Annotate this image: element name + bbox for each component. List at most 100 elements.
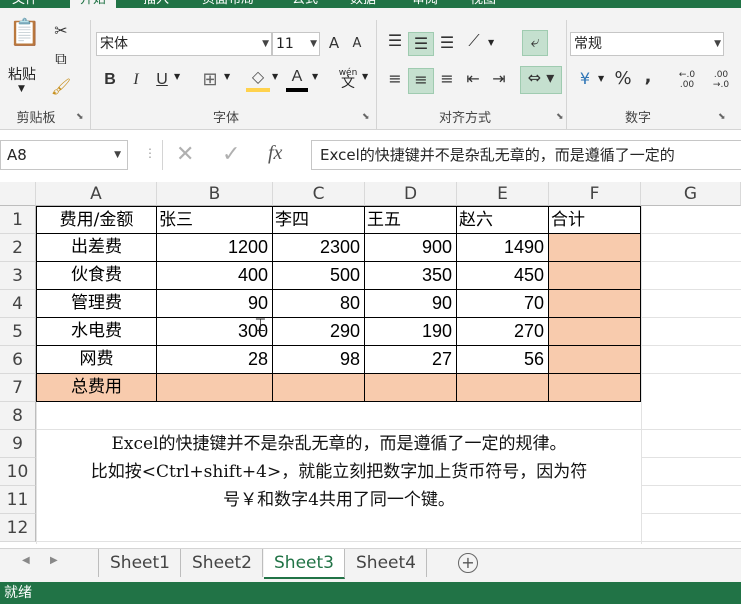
- align-bottom-icon[interactable]: ☰: [436, 32, 458, 54]
- phonetic-icon[interactable]: wén 文: [336, 66, 360, 90]
- percent-style-button[interactable]: %: [612, 68, 634, 90]
- table-cell[interactable]: [549, 234, 641, 262]
- clipboard-launcher-icon[interactable]: ⬊: [76, 112, 84, 122]
- table-cell[interactable]: 90: [365, 290, 457, 318]
- column-header-g[interactable]: G: [641, 182, 741, 206]
- tab-formulas[interactable]: 公式: [292, 0, 318, 8]
- chevron-down-icon[interactable]: ▼: [174, 72, 180, 81]
- table-cell[interactable]: [549, 262, 641, 290]
- row-header[interactable]: 8: [0, 402, 36, 430]
- alignment-launcher-icon[interactable]: ⬊: [556, 112, 564, 122]
- currency-format-icon[interactable]: ¥: [574, 68, 596, 90]
- italic-button[interactable]: I: [126, 69, 146, 91]
- table-cell[interactable]: [157, 374, 273, 402]
- row-header[interactable]: 12: [0, 514, 36, 542]
- row-header[interactable]: 6: [0, 346, 36, 374]
- table-cell[interactable]: 290: [273, 318, 365, 346]
- align-middle-icon[interactable]: ☰: [408, 32, 434, 56]
- table-cell[interactable]: [549, 290, 641, 318]
- table-cell[interactable]: 270: [457, 318, 549, 346]
- table-cell[interactable]: 总费用: [36, 374, 157, 402]
- grow-font-icon[interactable]: A: [324, 32, 344, 54]
- wrap-text-icon[interactable]: ⤶: [522, 30, 548, 56]
- font-launcher-icon[interactable]: ⬊: [362, 112, 370, 122]
- chevron-down-icon[interactable]: ▼: [488, 38, 494, 47]
- row-header[interactable]: 7: [0, 374, 36, 402]
- table-cell[interactable]: 90: [157, 290, 273, 318]
- font-color-icon[interactable]: A: [286, 66, 308, 92]
- font-name-select[interactable]: 宋体 ▼: [96, 32, 272, 56]
- table-cell[interactable]: [365, 374, 457, 402]
- underline-button[interactable]: U: [152, 69, 172, 91]
- row-header[interactable]: 2: [0, 234, 36, 262]
- merge-center-icon[interactable]: ⇔ ▾: [520, 66, 562, 94]
- table-cell[interactable]: 水电费: [36, 318, 157, 346]
- table-cell[interactable]: 190: [365, 318, 457, 346]
- paste-icon[interactable]: 📋: [8, 20, 42, 58]
- cancel-icon[interactable]: ✕: [176, 142, 194, 167]
- chevron-down-icon[interactable]: ▼: [114, 141, 121, 169]
- sheet-tab-sheet2[interactable]: Sheet2: [182, 549, 263, 577]
- table-cell[interactable]: 管理费: [36, 290, 157, 318]
- row-header[interactable]: 3: [0, 262, 36, 290]
- align-right-icon[interactable]: ≡: [436, 68, 458, 90]
- copy-icon[interactable]: ⧉: [50, 48, 72, 70]
- chevron-down-icon[interactable]: ▼: [312, 72, 318, 81]
- tab-data[interactable]: 数据: [350, 0, 376, 8]
- tab-view[interactable]: 视图: [470, 0, 496, 8]
- table-header-cell[interactable]: 王五: [365, 206, 457, 234]
- table-cell[interactable]: 400: [157, 262, 273, 290]
- bold-button[interactable]: B: [100, 69, 120, 91]
- align-left-icon[interactable]: ≡: [384, 68, 406, 90]
- table-cell[interactable]: 1200: [157, 234, 273, 262]
- add-sheet-icon[interactable]: +: [458, 553, 478, 573]
- column-header-e[interactable]: E: [457, 182, 549, 206]
- decrease-indent-icon[interactable]: ⇤: [462, 68, 484, 90]
- sheet-tab-sheet3[interactable]: Sheet3: [264, 549, 345, 579]
- table-cell[interactable]: 2300: [273, 234, 365, 262]
- number-launcher-icon[interactable]: ⬊: [718, 112, 726, 122]
- table-header-cell[interactable]: 赵六: [457, 206, 549, 234]
- table-cell[interactable]: 450: [457, 262, 549, 290]
- align-top-icon[interactable]: ☰: [384, 30, 406, 52]
- table-cell[interactable]: 98: [273, 346, 365, 374]
- decrease-decimal-button[interactable]: .00 →.0: [706, 70, 736, 90]
- table-cell[interactable]: [549, 318, 641, 346]
- column-header-c[interactable]: C: [273, 182, 365, 206]
- fill-color-icon[interactable]: ◇: [246, 66, 270, 92]
- table-cell[interactable]: 出差费: [36, 234, 157, 262]
- paste-label[interactable]: 粘贴: [8, 64, 36, 84]
- table-cell[interactable]: 28: [157, 346, 273, 374]
- number-format-select[interactable]: 常规 ▼: [570, 32, 724, 56]
- tab-page-layout[interactable]: 页面布局: [202, 0, 254, 8]
- table-header-cell[interactable]: 张三: [157, 206, 273, 234]
- format-painter-icon[interactable]: 🖌: [50, 76, 72, 98]
- table-cell[interactable]: 网费: [36, 346, 157, 374]
- column-header-d[interactable]: D: [365, 182, 457, 206]
- confirm-icon[interactable]: ✓: [222, 142, 240, 167]
- chevron-down-icon[interactable]: ▼: [272, 72, 278, 81]
- tab-review[interactable]: 审阅: [412, 0, 438, 8]
- table-cell[interactable]: 900: [365, 234, 457, 262]
- insert-function-icon[interactable]: fx: [268, 142, 282, 165]
- row-header[interactable]: 4: [0, 290, 36, 318]
- column-header-a[interactable]: A: [36, 182, 157, 206]
- column-header-b[interactable]: B: [157, 182, 273, 206]
- increase-indent-icon[interactable]: ⇥: [488, 68, 510, 90]
- tab-insert[interactable]: 插入: [143, 0, 169, 8]
- paste-dropdown-icon[interactable]: ▼: [18, 84, 25, 94]
- scroll-left-icon[interactable]: ◀: [22, 555, 30, 566]
- table-cell[interactable]: [549, 346, 641, 374]
- sheet-tab-sheet1[interactable]: Sheet1: [100, 549, 181, 577]
- table-cell[interactable]: 1490: [457, 234, 549, 262]
- table-cell[interactable]: 27: [365, 346, 457, 374]
- table-cell[interactable]: 80: [273, 290, 365, 318]
- chevron-down-icon[interactable]: ▼: [362, 72, 368, 81]
- note-text[interactable]: Excel的快捷键并不是杂乱无章的，而是遵循了一定的规律。 比如按<Ctrl+s…: [37, 430, 641, 514]
- formula-input[interactable]: Excel的快捷键并不是杂乱无章的，而是遵循了一定的: [311, 140, 741, 170]
- table-cell[interactable]: 500: [273, 262, 365, 290]
- tab-home[interactable]: 开始: [70, 0, 117, 8]
- table-header-cell[interactable]: 李四: [273, 206, 365, 234]
- row-header[interactable]: 10: [0, 458, 36, 486]
- row-header[interactable]: 9: [0, 430, 36, 458]
